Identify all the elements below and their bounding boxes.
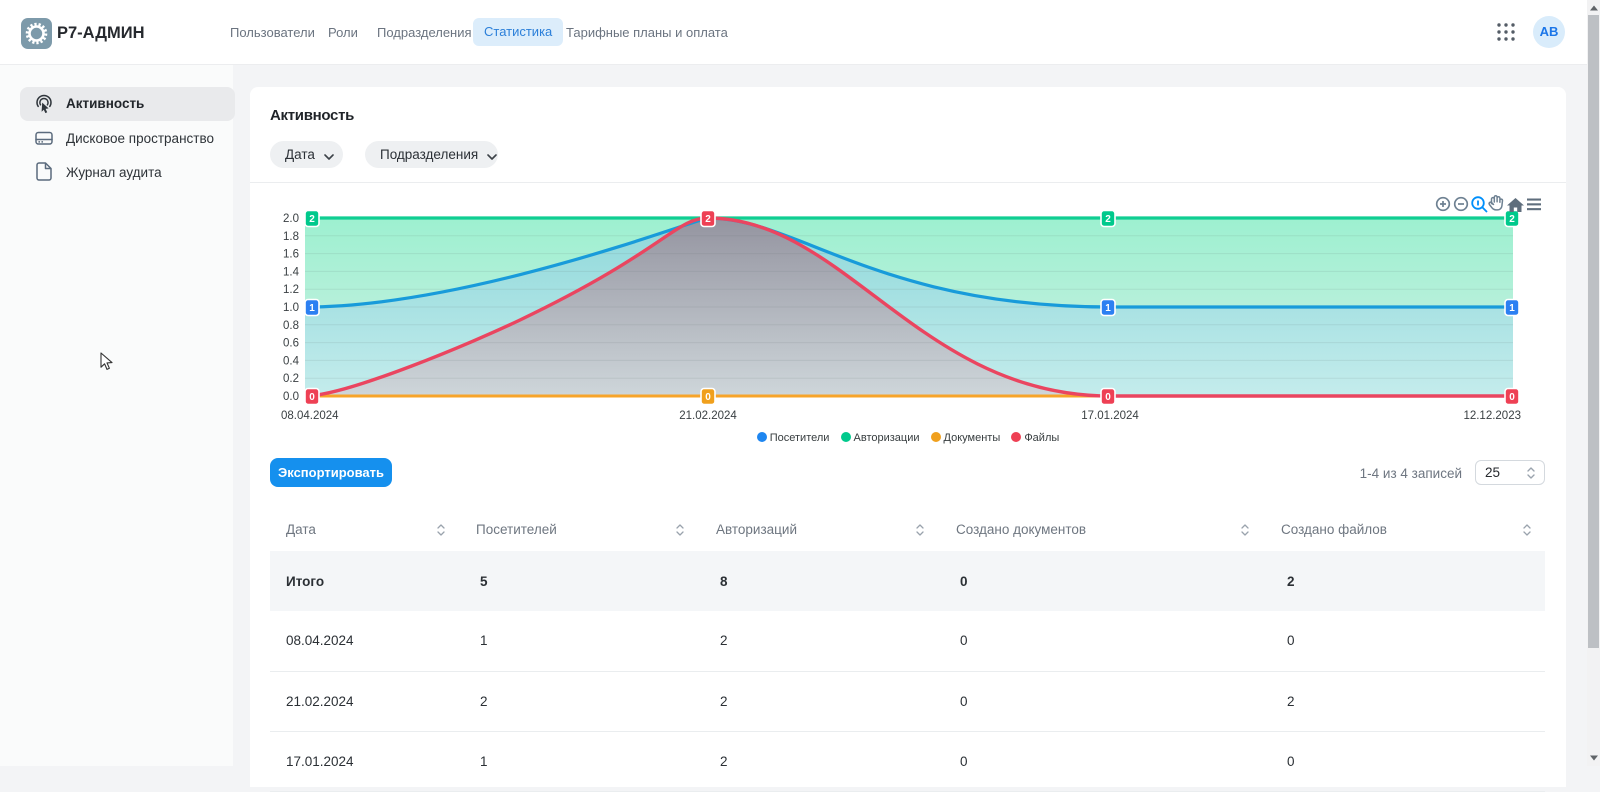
svg-text:1.2: 1.2 [283, 284, 299, 296]
svg-text:2: 2 [1105, 214, 1111, 225]
svg-text:2: 2 [1509, 214, 1515, 225]
svg-text:1: 1 [309, 303, 315, 314]
svg-text:2.0: 2.0 [283, 213, 299, 225]
svg-text:1.4: 1.4 [283, 266, 300, 278]
svg-text:0: 0 [705, 392, 711, 403]
svg-text:2: 2 [705, 214, 711, 225]
svg-text:17.01.2024: 17.01.2024 [1081, 410, 1139, 422]
svg-text:0: 0 [1105, 392, 1111, 403]
svg-text:1.6: 1.6 [283, 249, 299, 261]
svg-text:08.04.2024: 08.04.2024 [281, 410, 339, 422]
svg-text:1: 1 [1105, 303, 1111, 314]
svg-text:0: 0 [1509, 392, 1515, 403]
svg-text:0.0: 0.0 [283, 391, 299, 403]
svg-text:0.4: 0.4 [283, 355, 300, 367]
svg-text:0: 0 [309, 392, 315, 403]
svg-text:0.6: 0.6 [283, 338, 299, 350]
svg-text:0.2: 0.2 [283, 373, 299, 385]
svg-text:1: 1 [1509, 303, 1515, 314]
svg-text:1.8: 1.8 [283, 231, 299, 243]
svg-text:1.0: 1.0 [283, 302, 299, 314]
svg-text:0.8: 0.8 [283, 320, 299, 332]
svg-text:12.12.2023: 12.12.2023 [1463, 410, 1521, 422]
svg-text:2: 2 [309, 214, 315, 225]
svg-text:21.02.2024: 21.02.2024 [679, 410, 737, 422]
